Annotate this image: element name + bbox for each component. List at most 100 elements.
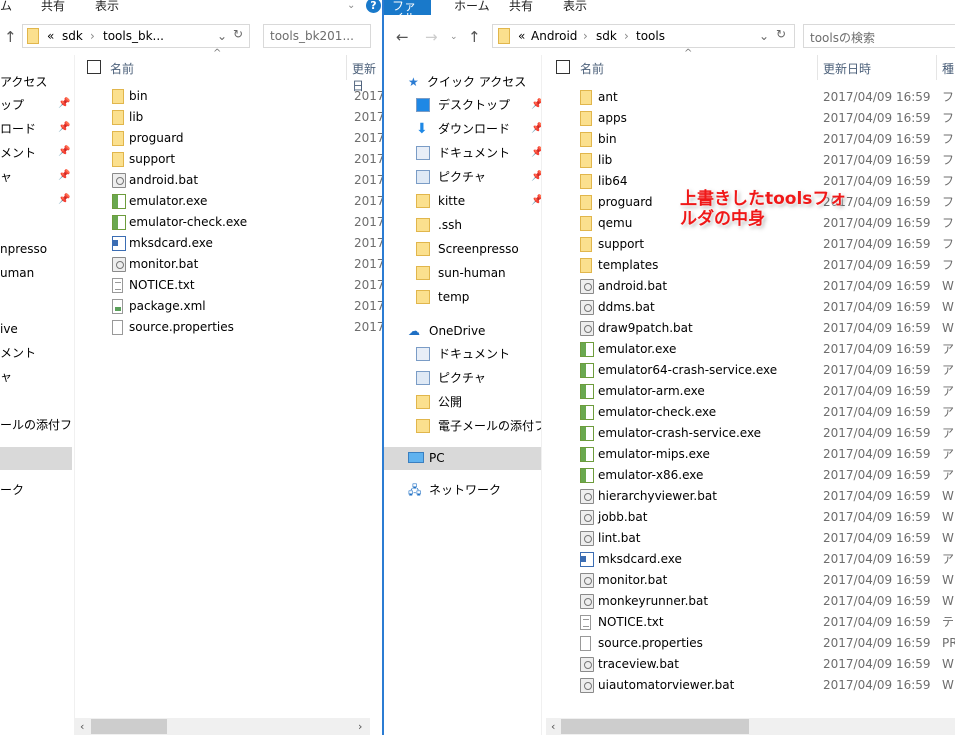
select-all-checkbox[interactable] [87,60,101,74]
file-row[interactable]: emulator-check.exe 2017/04/09 16:59 アプ [576,402,955,423]
nav-item[interactable]: ロード [0,118,36,140]
address-bar[interactable]: « sdk › tools_bk... ⌄ ↻ [22,24,250,48]
nav-item[interactable]: アクセス [0,71,47,93]
breadcrumb-android[interactable]: Android [531,29,577,43]
column-header-type[interactable]: 種 [942,60,954,80]
select-all-checkbox[interactable] [556,60,570,74]
nav-item[interactable]: ドキュメント 📌 [416,142,541,164]
breadcrumb-sdk[interactable]: sdk [596,29,617,43]
scroll-left-icon[interactable]: ‹ [551,718,555,735]
refresh-icon[interactable]: ↻ [233,27,243,41]
up-arrow-icon[interactable]: ↑ [4,28,17,46]
recent-dropdown-icon[interactable]: ⌄ [450,32,458,42]
pin-icon[interactable]: 📌 [531,166,541,188]
pin-icon[interactable]: 📌 [531,118,541,140]
nav-item[interactable]: ive [0,318,18,340]
tab-home[interactable]: ム [0,0,12,15]
pin-icon[interactable]: 📌 [58,98,70,109]
search-input[interactable]: toolsの検索 [803,24,955,48]
file-row[interactable]: android.bat 2017/ [108,170,383,191]
file-row[interactable]: package.xml 2017/ [108,296,383,317]
nav-item[interactable]: ップ [0,94,24,116]
file-row[interactable]: emulator-arm.exe 2017/04/09 16:59 アプ [576,381,955,402]
file-row[interactable]: support 2017/04/09 16:59 ファ [576,234,955,255]
file-row[interactable]: bin 2017/ [108,86,383,107]
tab-home[interactable]: ホーム [454,0,490,15]
pin-icon[interactable]: 📌 [58,170,70,181]
address-dropdown-icon[interactable]: ⌄ [759,29,769,43]
pin-icon[interactable]: 📌 [58,122,70,133]
up-arrow-icon[interactable]: ↑ [468,28,481,46]
file-row[interactable]: monitor.bat 2017/04/09 16:59 W [576,570,955,591]
column-header-name[interactable]: 名前 [110,60,134,80]
file-row[interactable]: android.bat 2017/04/09 16:59 W [576,276,955,297]
file-row[interactable]: bin 2017/04/09 16:59 ファ [576,129,955,150]
address-dropdown-icon[interactable]: ⌄ [217,29,227,43]
file-row[interactable]: emulator-x86.exe 2017/04/09 16:59 アプ [576,465,955,486]
navigation-pane[interactable]: アクセスップロードメントャnpressoumaniveメントャールの添付ファーク… [0,60,73,735]
pin-icon[interactable]: 📌 [531,142,541,164]
nav-item[interactable]: sun-human [416,262,541,284]
scrollbar-thumb[interactable] [91,719,167,734]
file-row[interactable]: mksdcard.exe 2017/04/09 16:59 アプ [576,549,955,570]
horizontal-scrollbar[interactable]: ‹ › [75,718,370,735]
file-row[interactable]: emulator-check.exe 2017/ [108,212,383,233]
file-row[interactable]: mksdcard.exe 2017/ [108,233,383,254]
file-row[interactable]: ddms.bat 2017/04/09 16:59 W [576,297,955,318]
nav-item[interactable]: temp [416,286,541,308]
address-bar[interactable]: « Android › sdk › tools ⌄ ↻ [492,24,795,48]
nav-item[interactable]: ピクチャ 📌 [416,166,541,188]
file-row[interactable]: lint.bat 2017/04/09 16:59 W [576,528,955,549]
nav-item[interactable]: Screenpresso [416,238,541,260]
file-row[interactable]: emulator-mips.exe 2017/04/09 16:59 アプ [576,444,955,465]
file-row[interactable]: hierarchyviewer.bat 2017/04/09 16:59 W [576,486,955,507]
file-row[interactable]: traceview.bat 2017/04/09 16:59 W [576,654,955,675]
scrollbar-thumb[interactable] [561,719,749,734]
file-row[interactable]: support 2017/ [108,149,383,170]
nav-item[interactable]: .ssh [416,214,541,236]
nav-item[interactable]: ーク [0,479,24,501]
refresh-icon[interactable]: ↻ [776,27,786,41]
nav-item[interactable]: kitte 📌 [416,190,541,212]
file-row[interactable]: uiautomatorviewer.bat 2017/04/09 16:59 W [576,675,955,696]
breadcrumb-tools-bk[interactable]: tools_bk... [103,29,164,43]
file-row[interactable]: jobb.bat 2017/04/09 16:59 W [576,507,955,528]
pin-icon[interactable]: 📌 [531,190,541,212]
file-row[interactable]: emulator64-crash-service.exe 2017/04/09 1… [576,360,955,381]
file-row[interactable]: emulator.exe 2017/ [108,191,383,212]
nav-item[interactable]: npresso [0,238,47,260]
horizontal-scrollbar[interactable]: ‹ [546,718,955,735]
nav-item[interactable]: メント [0,142,36,164]
pin-icon[interactable]: 📌 [531,94,541,116]
file-row[interactable]: monkeyrunner.bat 2017/04/09 16:59 W [576,591,955,612]
file-row[interactable]: ant 2017/04/09 16:59 ファ [576,87,955,108]
breadcrumb-overflow[interactable]: « [47,29,54,43]
nav-item[interactable]: ⬇ ダウンロード 📌 [416,118,541,140]
pin-icon[interactable]: 📌 [58,146,70,157]
forward-arrow-icon[interactable]: → [425,28,438,46]
tab-file[interactable]: ファイル [384,0,431,24]
file-row[interactable]: source.properties 2017/04/09 16:59 PR [576,633,955,654]
nav-selected-pc[interactable] [0,447,72,470]
question-icon[interactable]: ? [366,0,381,13]
tab-share[interactable]: 共有 [41,0,65,15]
file-row[interactable]: emulator-crash-service.exe 2017/04/09 16:… [576,423,955,444]
pin-icon[interactable]: 📌 [58,194,70,205]
column-header-date[interactable]: 更新日時 [823,60,871,80]
tab-share[interactable]: 共有 [509,0,533,15]
scroll-right-icon[interactable]: › [358,718,362,735]
breadcrumb-tools[interactable]: tools [636,29,665,43]
nav-item[interactable]: メント [0,342,36,364]
column-header-date[interactable]: 更新日 [352,60,383,93]
file-row[interactable]: lib 2017/ [108,107,383,128]
ribbon-expand-icon[interactable]: ⌄ [347,0,355,11]
navigation-pane[interactable]: ★ クイック アクセス デスクトップ 📌 ⬇ ダウンロード 📌 ドキュメント 📌 ピクチャ 📌 kit… [384,60,541,735]
breadcrumb-overflow[interactable]: « [518,29,525,43]
nav-item[interactable]: ャ [0,366,12,388]
nav-item[interactable]: ャ [0,166,12,188]
nav-item[interactable]: デスクトップ 📌 [416,94,541,116]
tab-view[interactable]: 表示 [95,0,119,15]
file-row[interactable]: source.properties 2017/ [108,317,383,338]
back-arrow-icon[interactable]: ← [396,28,409,46]
file-row[interactable]: apps 2017/04/09 16:59 ファ [576,108,955,129]
